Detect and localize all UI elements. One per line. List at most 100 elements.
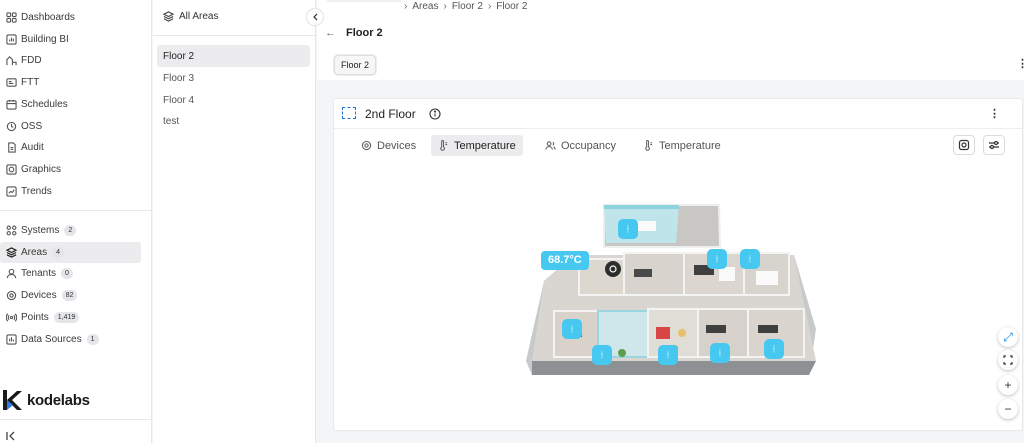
zoom-out-icon[interactable]: − — [998, 399, 1018, 419]
nav-item-tenants[interactable]: Tenants 0 — [0, 263, 141, 284]
areas-header[interactable]: All Areas — [163, 11, 218, 22]
main-content: › Areas › Floor 2 › Floor 2 ← Floor 2 Fl… — [317, 0, 1024, 443]
nav-item-systems[interactable]: Systems 2 — [0, 220, 141, 241]
breadcrumb-item[interactable]: Areas — [412, 1, 438, 12]
svg-text:ᛂ: ᛂ — [771, 344, 776, 355]
oss-icon — [6, 121, 18, 133]
schedule-icon — [6, 99, 18, 111]
svg-text:ᛂ: ᛂ — [747, 254, 752, 265]
back-arrow-icon[interactable]: ← — [325, 27, 336, 39]
nav-label: Data Sources — [21, 334, 82, 345]
count-badge: 0 — [61, 268, 73, 279]
nav-label: Trends — [21, 186, 52, 197]
nav-item-trends[interactable]: Trends — [0, 181, 141, 202]
ftt-icon — [6, 77, 18, 89]
nav-item-data-sources[interactable]: Data Sources 1 — [0, 329, 141, 350]
occupancy-icon — [545, 140, 556, 151]
nav-item-oss[interactable]: OSS — [0, 116, 141, 137]
svg-text:ᛂ: ᛂ — [714, 254, 719, 265]
fullscreen-icon[interactable] — [998, 350, 1018, 370]
area-item-floor-4[interactable]: Floor 4 — [157, 89, 310, 111]
thermostat-settings-button[interactable] — [953, 135, 975, 155]
tab-devices[interactable]: Devices — [354, 135, 423, 156]
kodelabs-logo-icon — [3, 390, 22, 410]
nav-label: Building BI — [21, 34, 69, 45]
nav-item-fdd[interactable]: FDD — [0, 50, 141, 71]
tab-temperature-2[interactable]: Temperature — [636, 135, 728, 156]
nav-item-audit[interactable]: Audit — [0, 137, 141, 158]
areas-divider — [153, 35, 316, 36]
device-icon — [6, 290, 18, 302]
nav-item-schedules[interactable]: Schedules — [0, 94, 141, 115]
audit-icon — [6, 141, 18, 154]
layers-icon — [163, 11, 174, 22]
nav-label: Audit — [21, 142, 44, 153]
nav-item-points[interactable]: Points 1,419 — [0, 307, 141, 328]
chevron-right-icon: › — [487, 1, 492, 12]
nav-label: Systems — [21, 225, 60, 236]
breadcrumb-item[interactable]: Floor 2 — [496, 1, 527, 12]
tab-floor-2[interactable]: Floor 2 — [334, 55, 377, 75]
nav-label: Areas — [21, 247, 48, 258]
filter-button[interactable] — [983, 135, 1005, 155]
page-title: Floor 2 — [346, 27, 383, 39]
areas-header-label: All Areas — [179, 11, 219, 22]
user-icon — [6, 268, 18, 280]
floor-plan-3d[interactable]: ᛂ ᛂ ᛂ ᛂ ᛂ ᛂ ᛂ ᛂ — [524, 199, 824, 379]
nav-item-building-bi[interactable]: Building BI — [0, 29, 141, 50]
chevron-right-icon: › — [443, 1, 447, 12]
card-more-options-icon[interactable]: ⋮ — [989, 107, 1000, 120]
nav-label: Dashboards — [21, 12, 75, 23]
tab-temperature[interactable]: Temperature — [431, 135, 523, 156]
count-badge: 82 — [61, 290, 78, 301]
device-icon — [361, 140, 372, 151]
nav-item-devices[interactable]: Devices 82 — [0, 285, 141, 306]
area-item-floor-3[interactable]: Floor 3 — [157, 67, 310, 89]
sidebar-divider — [0, 419, 152, 420]
tab-occupancy[interactable]: Occupancy — [538, 135, 623, 156]
temperature-reading-badge[interactable]: 68.7°C — [541, 251, 589, 270]
systems-icon — [6, 225, 18, 237]
trends-icon — [6, 185, 18, 198]
collapse-areas-button[interactable] — [306, 8, 324, 26]
nav-label: Graphics — [21, 164, 62, 175]
thermostat-icon — [958, 139, 970, 151]
building-bi-icon — [6, 33, 18, 46]
count-badge: 1,419 — [53, 312, 80, 323]
nav-label: Devices — [21, 290, 57, 301]
nav-item-ftt[interactable]: FTT — [0, 72, 141, 93]
count-badge: 1 — [86, 334, 99, 345]
fdd-icon — [6, 55, 18, 67]
nav-item-dashboards[interactable]: Dashboards — [0, 7, 141, 28]
nav-item-graphics[interactable]: Graphics — [0, 159, 141, 180]
collapse-sidebar-icon[interactable] — [6, 431, 16, 443]
floor-card: 2nd Floor ⋮ Devices Temperature Occupanc… — [333, 98, 1023, 431]
svg-text:ᛂ: ᛂ — [665, 350, 670, 361]
area-item-test[interactable]: test — [157, 110, 310, 132]
nav-label: FDD — [21, 55, 42, 66]
sidebar-divider — [0, 210, 152, 211]
breadcrumb-item[interactable]: Floor 2 — [452, 1, 483, 12]
brand-wordmark: kodelabs — [27, 391, 90, 409]
more-options-icon[interactable]: ⋮ — [1017, 57, 1024, 70]
data-source-icon — [6, 333, 18, 346]
tab-label: Temperature — [454, 139, 516, 152]
chevron-right-icon: › — [404, 1, 408, 12]
svg-text:ᛂ: ᛂ — [569, 324, 574, 335]
zoom-in-icon[interactable]: + — [998, 375, 1018, 395]
info-icon[interactable] — [429, 108, 441, 123]
breadcrumb: › Areas › Floor 2 › Floor 2 — [399, 1, 527, 12]
areas-panel: All Areas Floor 2 Floor 3 Floor 4 test — [153, 0, 316, 443]
area-item-floor-2[interactable]: Floor 2 — [157, 45, 310, 67]
nav-item-areas[interactable]: Areas 4 — [0, 242, 141, 263]
count-badge: 2 — [64, 225, 77, 236]
tab-label: Devices — [377, 139, 417, 152]
page-header: › Areas › Floor 2 › Floor 2 ← Floor 2 Fl… — [317, 0, 1024, 80]
svg-text:ᛂ: ᛂ — [717, 348, 722, 359]
brand-logo[interactable]: kodelabs — [2, 388, 90, 412]
expand-icon[interactable]: ⤢ — [998, 327, 1018, 347]
svg-text:ᛂ: ᛂ — [599, 350, 604, 361]
chevron-left-icon — [313, 13, 318, 21]
nav-label: FTT — [21, 77, 40, 88]
tab-label: Occupancy — [561, 139, 617, 152]
